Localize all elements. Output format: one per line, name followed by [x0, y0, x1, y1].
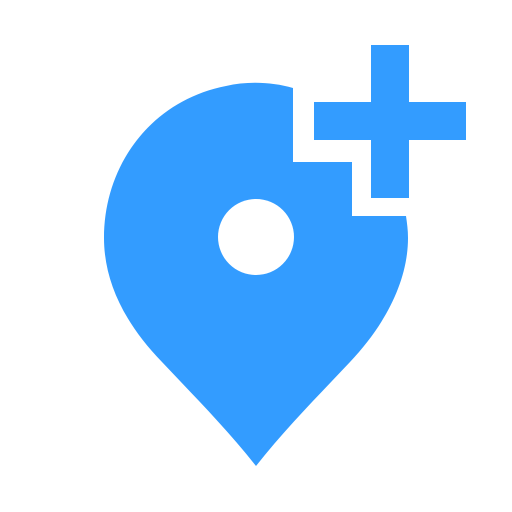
icon-canvas	[0, 0, 512, 512]
add-location-icon	[104, 45, 466, 466]
map-pin-icon	[104, 82, 408, 466]
plus-horizontal-bar	[314, 102, 466, 140]
map-pin-hole	[218, 199, 294, 275]
